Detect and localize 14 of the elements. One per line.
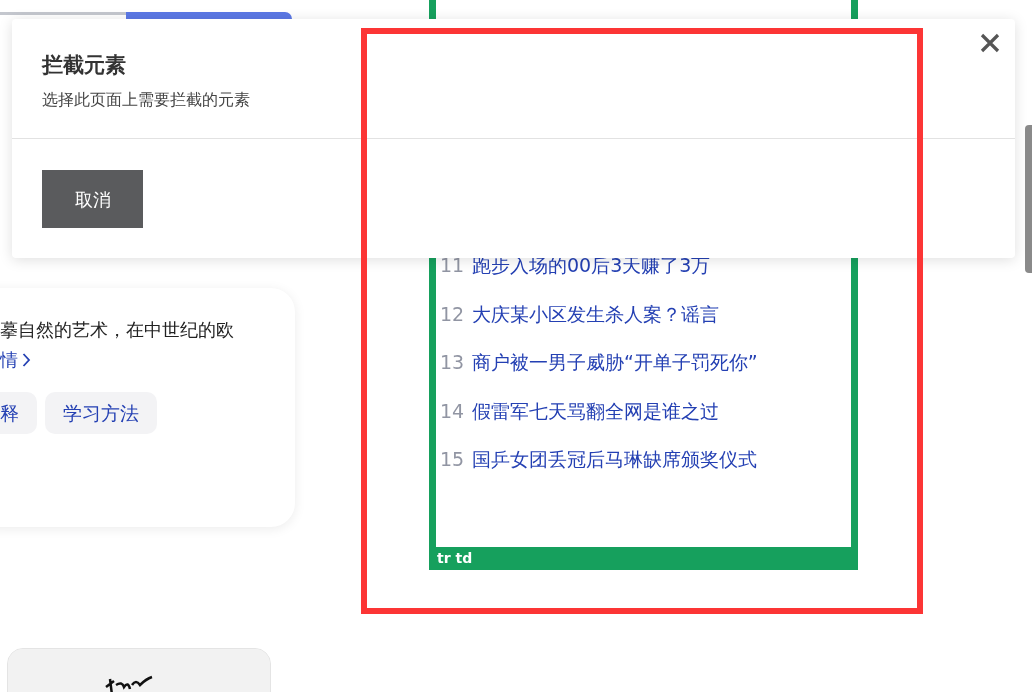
description-text: 摹自然的艺术，在中世纪的欧 bbox=[0, 318, 234, 342]
tag-button[interactable]: 释 bbox=[0, 392, 37, 434]
details-link[interactable]: 情 bbox=[0, 346, 31, 373]
news-link[interactable]: 商户被一男子威胁“开单子罚死你” bbox=[472, 349, 758, 375]
close-icon[interactable] bbox=[980, 33, 1000, 53]
dialog-title: 拦截元素 bbox=[42, 52, 126, 79]
news-link[interactable]: 国乒女团丢冠后马琳缺席颁奖仪式 bbox=[472, 446, 757, 472]
cancel-button[interactable]: 取消 bbox=[42, 170, 143, 228]
dialog-subtitle: 选择此页面上需要拦截的元素 bbox=[42, 89, 250, 111]
scrollbar-thumb[interactable] bbox=[1025, 125, 1032, 273]
news-link[interactable]: 大庆某小区发生杀人案？谣言 bbox=[472, 300, 719, 327]
tag-button[interactable]: 学习方法 bbox=[45, 392, 157, 434]
chevron-icon bbox=[22, 351, 31, 368]
news-link[interactable]: 假雷军七天骂翻全网是谁之过 bbox=[472, 397, 719, 424]
